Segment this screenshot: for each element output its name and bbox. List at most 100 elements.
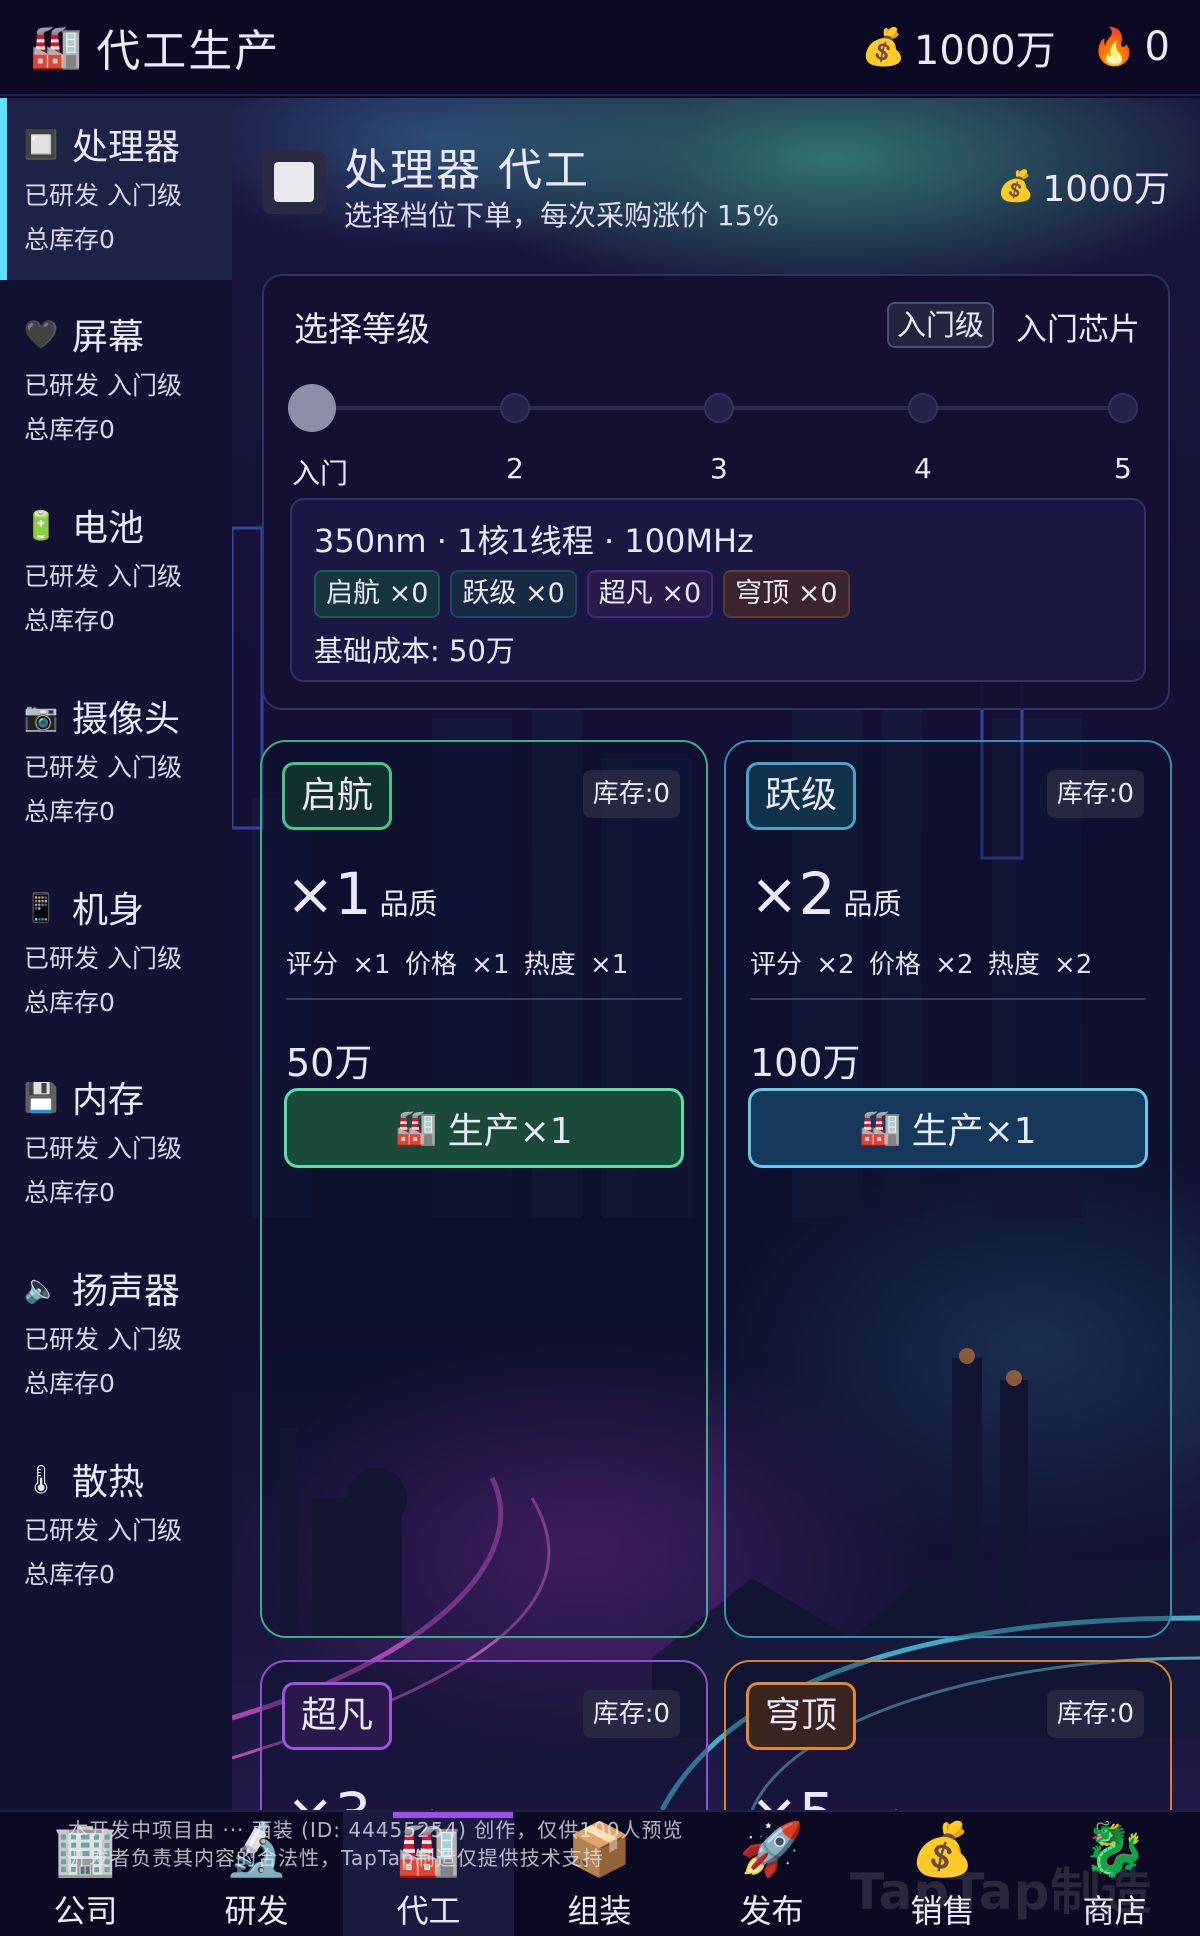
floppy-disk-icon: 💾 <box>23 1080 59 1114</box>
level-1-dot[interactable] <box>288 384 336 432</box>
money-bag-icon: 💰 <box>861 27 906 68</box>
tier-count-tag: 穹顶 ×0 <box>723 570 850 618</box>
page-title: 处理器 代工 <box>344 145 590 196</box>
legal-notice: 本开发中项目由 ··· 西装 (ID: 44455254) 创作，仅供100人预… <box>68 1816 748 1872</box>
taptap-watermark: TapTap制造 <box>850 1863 1153 1921</box>
tier-stock: 库存:0 <box>582 1690 680 1738</box>
nav-label: 发布 <box>739 1892 804 1930</box>
tier-card-qihang: 启航 库存:0 ×1 品质 评分 ×1 价格 ×1 热度 ×1 50万 🏭 生产… <box>260 740 708 1638</box>
tier-price: 50万 <box>286 1041 373 1085</box>
factory-icon: 🏭 <box>859 1108 902 1148</box>
quality-multiplier: ×3 品质 <box>286 1780 438 1810</box>
sidebar-item-label: 机身 <box>72 890 145 931</box>
researched-level: 已研发 入门级 <box>24 1325 182 1354</box>
speaker-icon: 🔈 <box>23 1271 59 1305</box>
nav-label: 研发 <box>224 1892 289 1930</box>
total-stock: 总库存0 <box>24 225 115 254</box>
sidebar-item-screen[interactable]: 🖤 屏幕 已研发 入门级 总库存0 <box>0 288 232 470</box>
fire-icon: 🔥 <box>1091 27 1137 68</box>
sidebar-item-memory[interactable]: 💾 内存 已研发 入门级 总库存0 <box>0 1051 232 1233</box>
produce-button[interactable]: 🏭 生产×1 <box>748 1088 1148 1168</box>
produce-button-label: 生产×1 <box>911 1111 1037 1152</box>
black-heart-icon: 🖤 <box>23 317 59 351</box>
tier-price: 100万 <box>750 1041 861 1085</box>
sidebar-item-label: 扬声器 <box>72 1271 181 1312</box>
researched-level: 已研发 入门级 <box>24 944 182 973</box>
nav-label: 代工 <box>396 1892 461 1930</box>
sidebar-item-label: 内存 <box>72 1080 145 1121</box>
tier-count-tag: 启航 ×0 <box>314 570 441 618</box>
produce-button[interactable]: 🏭 生产×1 <box>284 1088 684 1168</box>
nav-label: 公司 <box>53 1892 118 1930</box>
thermometer-icon: 🌡 <box>23 1462 59 1496</box>
multiplier-value: ×1 <box>286 860 372 928</box>
divider <box>750 998 1146 1000</box>
tier-stock: 库存:0 <box>582 770 680 818</box>
phone-icon: 📱 <box>23 890 59 924</box>
quality-label: 品质 <box>379 887 438 921</box>
sidebar-item-battery[interactable]: 🔋 电池 已研发 入门级 总库存0 <box>0 479 232 661</box>
level-label: 3 <box>710 452 728 485</box>
level-label: 2 <box>506 452 524 485</box>
page-subtitle: 选择档位下单，每次采购涨价 15% <box>344 199 780 232</box>
researched-level: 已研发 入门级 <box>24 371 182 400</box>
page-money-display: 💰 1000万 <box>997 160 1170 212</box>
sidebar-item-cooling[interactable]: 🌡 散热 已研发 入门级 总库存0 <box>0 1433 232 1615</box>
level-tag: 入门级 <box>886 302 994 348</box>
money-bag-icon: 💰 <box>997 168 1035 204</box>
tier-count-tag: 超凡 ×0 <box>586 570 714 618</box>
quality-label: 品质 <box>843 887 902 921</box>
tier-badge: 启航 <box>282 762 393 830</box>
sidebar-item-speaker[interactable]: 🔈 扬声器 已研发 入门级 总库存0 <box>0 1242 232 1424</box>
sidebar-item-camera[interactable]: 📷 摄像头 已研发 入门级 总库存0 <box>0 670 232 852</box>
divider <box>286 998 682 1000</box>
legal-line: 本开发中项目由 ··· 西装 (ID: 44455254) 创作，仅供100人预… <box>68 1818 684 1842</box>
total-stock: 总库存0 <box>24 606 115 635</box>
total-stock: 总库存0 <box>24 1560 115 1589</box>
tier-stock: 库存:0 <box>1046 1690 1144 1738</box>
researched-level: 已研发 入门级 <box>24 753 182 782</box>
heat-display: 🔥 0 <box>1092 24 1170 70</box>
heat-value: 0 <box>1144 24 1170 70</box>
sidebar-item-processor[interactable]: 🔲 处理器 已研发 入门级 总库存0 <box>0 98 232 280</box>
tier-attributes: 评分 ×2 价格 ×2 热度 ×2 <box>750 950 1093 980</box>
tier-stock: 库存:0 <box>1046 770 1144 818</box>
quality-multiplier: ×5 品质 <box>750 1780 902 1810</box>
level-4-dot[interactable] <box>908 393 938 423</box>
tier-card-qiongding: 穹顶 库存:0 ×5 品质 <box>724 1660 1172 1810</box>
tier-attributes: 评分 ×1 价格 ×1 热度 ×1 <box>286 950 629 980</box>
researched-level: 已研发 入门级 <box>24 562 182 591</box>
level-3-dot[interactable] <box>704 393 734 423</box>
level-label: 4 <box>914 452 932 485</box>
legal-line: 开发者负责其内容的合法性，TapTap制造仅提供技术支持 <box>68 1846 604 1870</box>
quality-label: 品质 <box>844 1801 902 1810</box>
level-label: 5 <box>1114 452 1132 485</box>
tier-card-yueji: 跃级 库存:0 ×2 品质 评分 ×2 价格 ×2 热度 ×2 100万 🏭 生… <box>724 740 1172 1638</box>
spec-box: 350nm · 1核1线程 · 100MHz 启航 ×0 跃级 ×0 超凡 ×0… <box>290 498 1146 682</box>
factory-icon: 🏭 <box>395 1108 438 1148</box>
battery-icon: 🔋 <box>23 508 59 542</box>
level-2-dot[interactable] <box>500 393 530 423</box>
tier-badge: 穹顶 <box>746 1682 857 1750</box>
level-5-dot[interactable] <box>1108 393 1138 423</box>
nav-label: 组装 <box>567 1892 632 1930</box>
multiplier-value: ×5 <box>750 1780 836 1810</box>
total-stock: 总库存0 <box>24 1369 115 1398</box>
tier-count-tag: 跃级 ×0 <box>450 570 577 618</box>
spec-text: 350nm · 1核1线程 · 100MHz <box>314 522 754 560</box>
app-title: 代工生产 <box>96 26 281 77</box>
base-cost: 基础成本: 50万 <box>314 634 515 668</box>
tier-card-chaofan: 超凡 库存:0 ×3 品质 <box>260 1660 708 1810</box>
page-money-value: 1000万 <box>1042 169 1170 210</box>
total-stock: 总库存0 <box>24 797 115 826</box>
total-stock: 总库存0 <box>24 415 115 444</box>
level-panel-title: 选择等级 <box>294 310 430 350</box>
level-select-panel: 选择等级 入门级 入门芯片 入门 2 3 4 5 350nm · 1核1线程 ·… <box>262 274 1170 710</box>
factory-icon: 🏭 <box>30 22 83 71</box>
chip-icon: 🔲 <box>23 127 59 161</box>
processor-chip-icon <box>262 150 326 214</box>
sidebar-item-label: 散热 <box>72 1462 145 1503</box>
researched-level: 已研发 入门级 <box>24 1516 182 1545</box>
sidebar-item-label: 处理器 <box>72 127 181 168</box>
sidebar-item-body[interactable]: 📱 机身 已研发 入门级 总库存0 <box>0 861 232 1043</box>
